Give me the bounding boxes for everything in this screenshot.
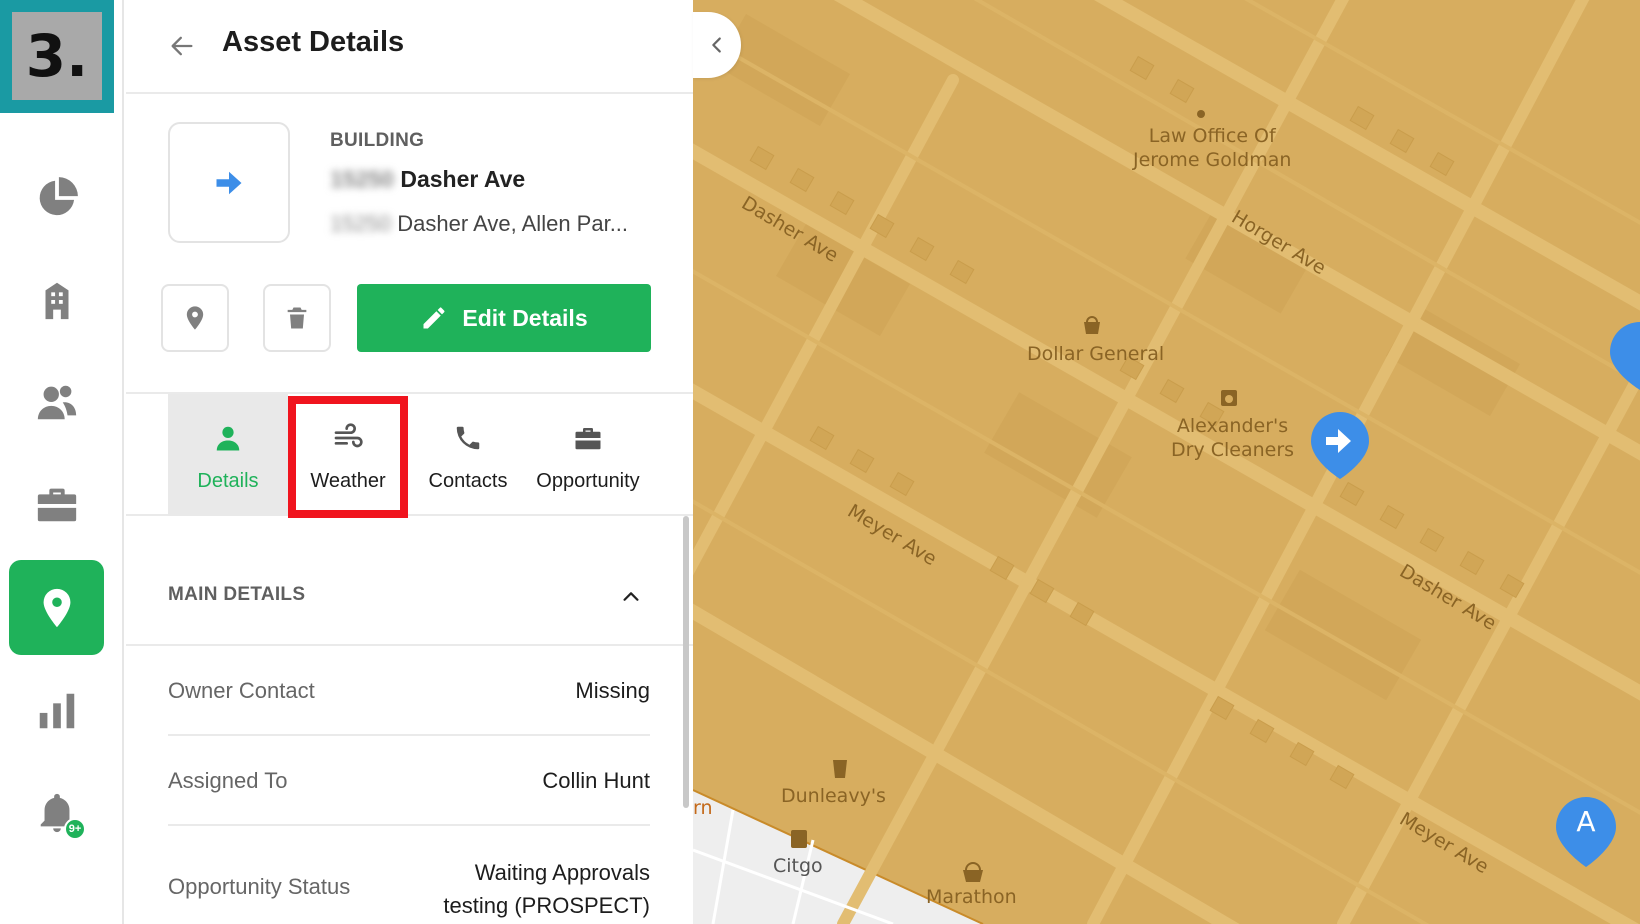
detail-row-owner-contact: Owner Contact Missing [168, 646, 650, 736]
nav-reports[interactable] [9, 663, 104, 758]
tab-contacts[interactable]: Contacts [408, 394, 528, 516]
person-icon [216, 426, 240, 451]
nav-map[interactable] [9, 560, 104, 655]
poi-label: Law Office Of [1148, 125, 1276, 147]
marker-a-label: A [1576, 805, 1596, 838]
phone-icon [456, 426, 480, 450]
asset-tabs: Details Weather Contacts Opportunity [126, 392, 693, 518]
poi-alexanders-dry-cleaners[interactable]: Alexander's Dry Cleaners [1171, 414, 1294, 462]
poi-citgo[interactable]: Citgo [773, 854, 823, 878]
main-details-header[interactable]: MAIN DETAILS [126, 516, 693, 646]
poi-marathon[interactable]: Marathon [926, 885, 1017, 909]
partial-street-label: rn [693, 797, 713, 819]
tab-label: Opportunity [536, 470, 640, 492]
edit-details-label: Edit Details [462, 304, 588, 331]
asset-address: 15250 Dasher Ave, Allen Par... [330, 211, 628, 237]
nav-contacts[interactable] [9, 354, 104, 449]
detail-row-opportunity-status: Opportunity Status Waiting Approvals tes… [168, 826, 650, 924]
poi-dunleavys[interactable]: Dunleavy's [781, 784, 886, 808]
redacted-number: 15250 [330, 166, 401, 192]
pencil-icon [423, 307, 445, 329]
nav-dashboard[interactable] [9, 150, 104, 245]
briefcase-icon [575, 428, 601, 450]
detail-value-line: testing (PROSPECT) [443, 893, 650, 918]
poi-label: Dunleavy's [781, 785, 886, 807]
step-number: 3. [12, 12, 102, 100]
page-title: Asset Details [222, 26, 405, 58]
tab-details[interactable]: Details [168, 394, 288, 516]
map-pin-icon [43, 588, 70, 627]
detail-value: Missing [575, 678, 650, 703]
map-view[interactable]: Law Office Of Jerome Goldman Dollar Gene… [693, 0, 1640, 924]
poi-law-office[interactable]: Law Office Of Jerome Goldman [1133, 124, 1291, 172]
poi-label: Alexander's [1176, 415, 1289, 437]
collapse-section-button[interactable] [616, 582, 646, 612]
detail-value: Waiting Approvals testing (PROSPECT) [443, 856, 650, 922]
detail-value-line: Waiting Approvals [474, 860, 650, 885]
poi-label: Marathon [926, 886, 1017, 908]
pie-chart-icon [39, 176, 78, 215]
chevron-left-icon [712, 37, 721, 53]
asset-details-panel: Asset Details BUILDING 15250 Dasher Ave … [126, 0, 693, 924]
poi-label: Jerome Goldman [1133, 149, 1292, 171]
nav-notifications[interactable] [9, 765, 104, 860]
back-button[interactable] [164, 28, 200, 64]
tab-label: Details [197, 470, 259, 492]
panel-header: Asset Details [126, 0, 693, 94]
arrow-left-icon [171, 36, 193, 56]
asset-name-text: Dasher Ave [400, 166, 526, 192]
notification-count-badge: 9+ [64, 818, 86, 840]
chevron-up-icon [623, 592, 639, 601]
panel-scrollbar[interactable] [683, 516, 689, 808]
detail-label: Opportunity Status [168, 874, 351, 899]
asset-type-label: BUILDING [330, 130, 425, 151]
asset-name: 15250 Dasher Ave [330, 166, 525, 193]
edit-details-button[interactable]: Edit Details [357, 284, 651, 352]
poi-label: Dollar General [1027, 343, 1165, 365]
nav-rail: 9+ [0, 0, 124, 924]
asset-thumbnail [168, 122, 290, 243]
people-icon [37, 385, 76, 419]
redacted-number: 15250 [330, 211, 398, 236]
detail-label: Owner Contact [168, 678, 315, 703]
wind-icon [334, 423, 363, 448]
nav-buildings[interactable] [9, 252, 104, 347]
locate-button[interactable] [161, 284, 229, 352]
trash-icon [287, 307, 307, 329]
nav-opportunities[interactable] [9, 456, 104, 551]
poi-label: Dry Cleaners [1171, 439, 1295, 461]
detail-value: Collin Hunt [542, 768, 650, 793]
tab-label: Contacts [428, 470, 508, 492]
arrow-right-icon [216, 171, 242, 194]
bar-chart-icon [39, 693, 74, 728]
tab-opportunity[interactable]: Opportunity [528, 394, 648, 516]
map-pin-icon [186, 306, 204, 330]
step-badge: 3. [0, 0, 114, 113]
poi-label: Citgo [773, 855, 823, 877]
briefcase-icon [37, 488, 76, 521]
delete-button[interactable] [263, 284, 331, 352]
poi-dollar-general[interactable]: Dollar General [1027, 342, 1164, 366]
detail-label: Assigned To [168, 768, 288, 793]
detail-row-assigned-to: Assigned To Collin Hunt [168, 736, 650, 826]
section-title: MAIN DETAILS [168, 584, 306, 605]
building-icon [45, 282, 68, 319]
tab-weather[interactable]: Weather [288, 394, 408, 516]
asset-address-text: Dasher Ave, Allen Par... [397, 211, 629, 236]
tab-label: Weather [310, 470, 386, 492]
